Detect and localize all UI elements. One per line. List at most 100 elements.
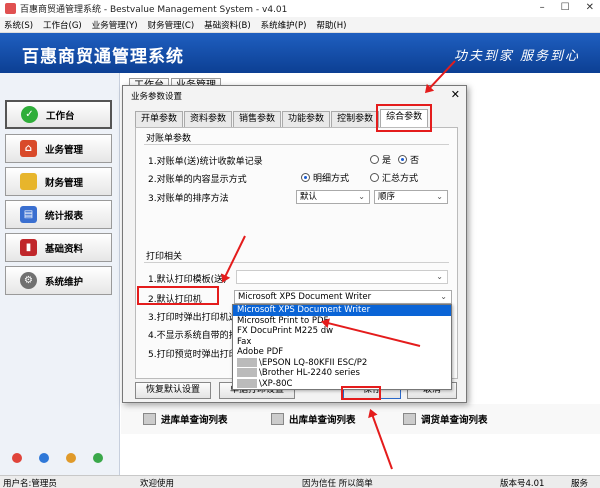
sidebar: ✓ 工作台 ⌂ 业务管理 财务管理 ▤ 统计报表 ▮ 基础资料 ⚙ 系统维护 xyxy=(0,73,120,475)
sidebar-item-label: 系统维护 xyxy=(45,276,84,288)
menu-help[interactable]: 帮助(H) xyxy=(316,19,346,31)
app-icon xyxy=(5,3,16,14)
sidebar-item-business[interactable]: ⌂ 业务管理 xyxy=(5,134,112,163)
sort-field-select[interactable]: 默认 ⌄ xyxy=(296,190,370,204)
sidebar-item-workbench[interactable]: ✓ 工作台 xyxy=(5,100,112,129)
highlight-general-tab xyxy=(376,104,432,132)
sidebar-item-maintenance[interactable]: ⚙ 系统维护 xyxy=(5,266,112,295)
menu-finance[interactable]: 财务管理(C) xyxy=(148,19,195,31)
highlight-save-button xyxy=(341,386,381,400)
status-service: 服务 xyxy=(571,479,589,488)
quick-link-label: 进库单查询列表 xyxy=(161,415,228,426)
sort-order-select[interactable]: 顺序 ⌄ xyxy=(374,190,448,204)
title-bar: 百惠商贸通管理系统 - Bestvalue Management System … xyxy=(0,0,600,17)
sidebar-item-label: 财务管理 xyxy=(45,177,84,189)
sidebar-item-label: 工作台 xyxy=(46,110,75,122)
select-value: Microsoft XPS Document Writer xyxy=(238,292,372,302)
minimize-button[interactable]: – xyxy=(540,2,545,13)
printer-option-brother[interactable]: \Brother HL-2240 series xyxy=(233,368,451,379)
redacted-host xyxy=(237,368,257,377)
template-select[interactable]: ⌄ xyxy=(236,270,448,284)
row-popup-printer-select: 3.打印时弹出打印机选 xyxy=(148,313,238,323)
quick-link-label: 调货单查询列表 xyxy=(421,415,488,426)
quick-link-outbound[interactable]: 出库单查询列表 xyxy=(271,412,356,426)
house-icon: ⌂ xyxy=(20,140,37,157)
window-controls: – ☐ ✕ xyxy=(540,2,594,13)
header-banner: 百惠商贸通管理系统 功夫到家 服务到心 xyxy=(0,33,600,73)
radio-no[interactable]: 否 xyxy=(398,153,419,166)
quick-link-transfer[interactable]: 调货单查询列表 xyxy=(403,412,488,426)
sidebar-tool-icons xyxy=(12,453,103,463)
sidebar-item-label: 统计报表 xyxy=(45,210,84,222)
option-label: \Brother HL-2240 series xyxy=(259,368,360,378)
close-icon[interactable]: ✕ xyxy=(451,88,460,101)
row-statement-receipts: 1.对账单(送)统计收款单记录 xyxy=(148,157,263,167)
chart-icon: ▤ xyxy=(20,206,37,223)
menu-basic-data[interactable]: 基础资料(B) xyxy=(204,19,250,31)
restore-defaults-button[interactable]: 恢复默认设置 xyxy=(135,382,211,399)
radio-label: 否 xyxy=(410,156,420,166)
radio-dot xyxy=(301,173,310,182)
option-label: \XP-80C xyxy=(259,378,293,389)
tab-sales-params[interactable]: 销售参数 xyxy=(233,111,282,128)
status-user: 用户名:管理员 xyxy=(3,479,57,488)
clock-icon[interactable] xyxy=(39,453,49,463)
printer-option[interactable]: Microsoft XPS Document Writer xyxy=(233,305,451,316)
list-icon xyxy=(403,413,416,425)
gear-icon: ⚙ xyxy=(20,272,37,289)
radio-label: 汇总方式 xyxy=(382,174,419,184)
row-hide-system-print: 4.不显示系统自带的打 xyxy=(148,331,238,341)
radio-summary-mode[interactable]: 汇总方式 xyxy=(370,171,418,184)
status-welcome: 欢迎使用 xyxy=(140,479,175,488)
radio-yes[interactable]: 是 xyxy=(370,153,391,166)
chevron-down-icon: ⌄ xyxy=(358,192,365,201)
select-value: 默认 xyxy=(300,192,318,202)
window-title: 百惠商贸通管理系统 - Bestvalue Management System … xyxy=(20,5,288,15)
menu-maintenance[interactable]: 系统维护(P) xyxy=(261,19,307,31)
status-bar: 用户名:管理员 欢迎使用 因为信任 所以简单 版本号4.01 服务 xyxy=(0,475,600,488)
row-preview-popup: 5.打印预览时弹出打印 xyxy=(148,350,238,360)
chevron-down-icon: ⌄ xyxy=(440,292,447,301)
printer-select[interactable]: Microsoft XPS Document Writer ⌄ xyxy=(234,290,452,304)
maximize-button[interactable]: ☐ xyxy=(561,2,570,13)
radio-label: 是 xyxy=(382,156,392,166)
sidebar-item-finance[interactable]: 财务管理 xyxy=(5,167,112,196)
info-icon[interactable] xyxy=(66,453,76,463)
quick-link-inbound[interactable]: 进库单查询列表 xyxy=(143,412,228,426)
list-icon xyxy=(143,413,156,425)
radio-dot xyxy=(398,155,407,164)
row-statement-sort: 3.对账单的排序方法 xyxy=(148,194,229,204)
row-statement-display: 2.对账单的内容显示方式 xyxy=(148,175,247,185)
tab-control-params[interactable]: 控制参数 xyxy=(331,111,380,128)
row-default-template: 1.默认打印模板(送) xyxy=(148,275,227,285)
radio-detail-mode[interactable]: 明细方式 xyxy=(301,171,349,184)
radio-dot xyxy=(370,155,379,164)
folder-icon xyxy=(20,173,37,190)
close-button[interactable]: ✕ xyxy=(586,2,594,13)
home-icon[interactable] xyxy=(12,453,22,463)
refresh-icon[interactable] xyxy=(93,453,103,463)
check-icon: ✓ xyxy=(21,106,38,123)
tab-order-params[interactable]: 开单参数 xyxy=(135,111,184,128)
divider xyxy=(144,144,449,145)
group-title-statement: 对账单参数 xyxy=(146,134,192,144)
printer-option[interactable]: Microsoft Print to PDF xyxy=(233,316,451,327)
sidebar-item-basic-data[interactable]: ▮ 基础资料 xyxy=(5,233,112,262)
menu-bar: 系统(S) 工作台(G) 业务管理(Y) 财务管理(C) 基础资料(B) 系统维… xyxy=(0,17,600,33)
redacted-host xyxy=(237,378,257,388)
tab-data-params[interactable]: 资料参数 xyxy=(184,111,233,128)
radio-dot xyxy=(370,173,379,182)
chevron-down-icon: ⌄ xyxy=(436,192,443,201)
printer-option-epson[interactable]: \EPSON LQ-80KFII ESC/P2 xyxy=(233,357,451,369)
menu-business[interactable]: 业务管理(Y) xyxy=(92,19,138,31)
dialog-title: 业务参数设置 xyxy=(131,92,183,102)
sidebar-item-label: 业务管理 xyxy=(45,144,84,156)
printer-option[interactable]: Adobe PDF xyxy=(233,347,451,358)
redacted-host xyxy=(237,357,257,367)
status-motto: 因为信任 所以简单 xyxy=(302,479,373,488)
radio-label: 明细方式 xyxy=(313,174,350,184)
menu-system[interactable]: 系统(S) xyxy=(4,19,33,31)
sidebar-item-reports[interactable]: ▤ 统计报表 xyxy=(5,200,112,229)
tab-function-params[interactable]: 功能参数 xyxy=(282,111,331,128)
menu-workbench[interactable]: 工作台(G) xyxy=(43,19,82,31)
